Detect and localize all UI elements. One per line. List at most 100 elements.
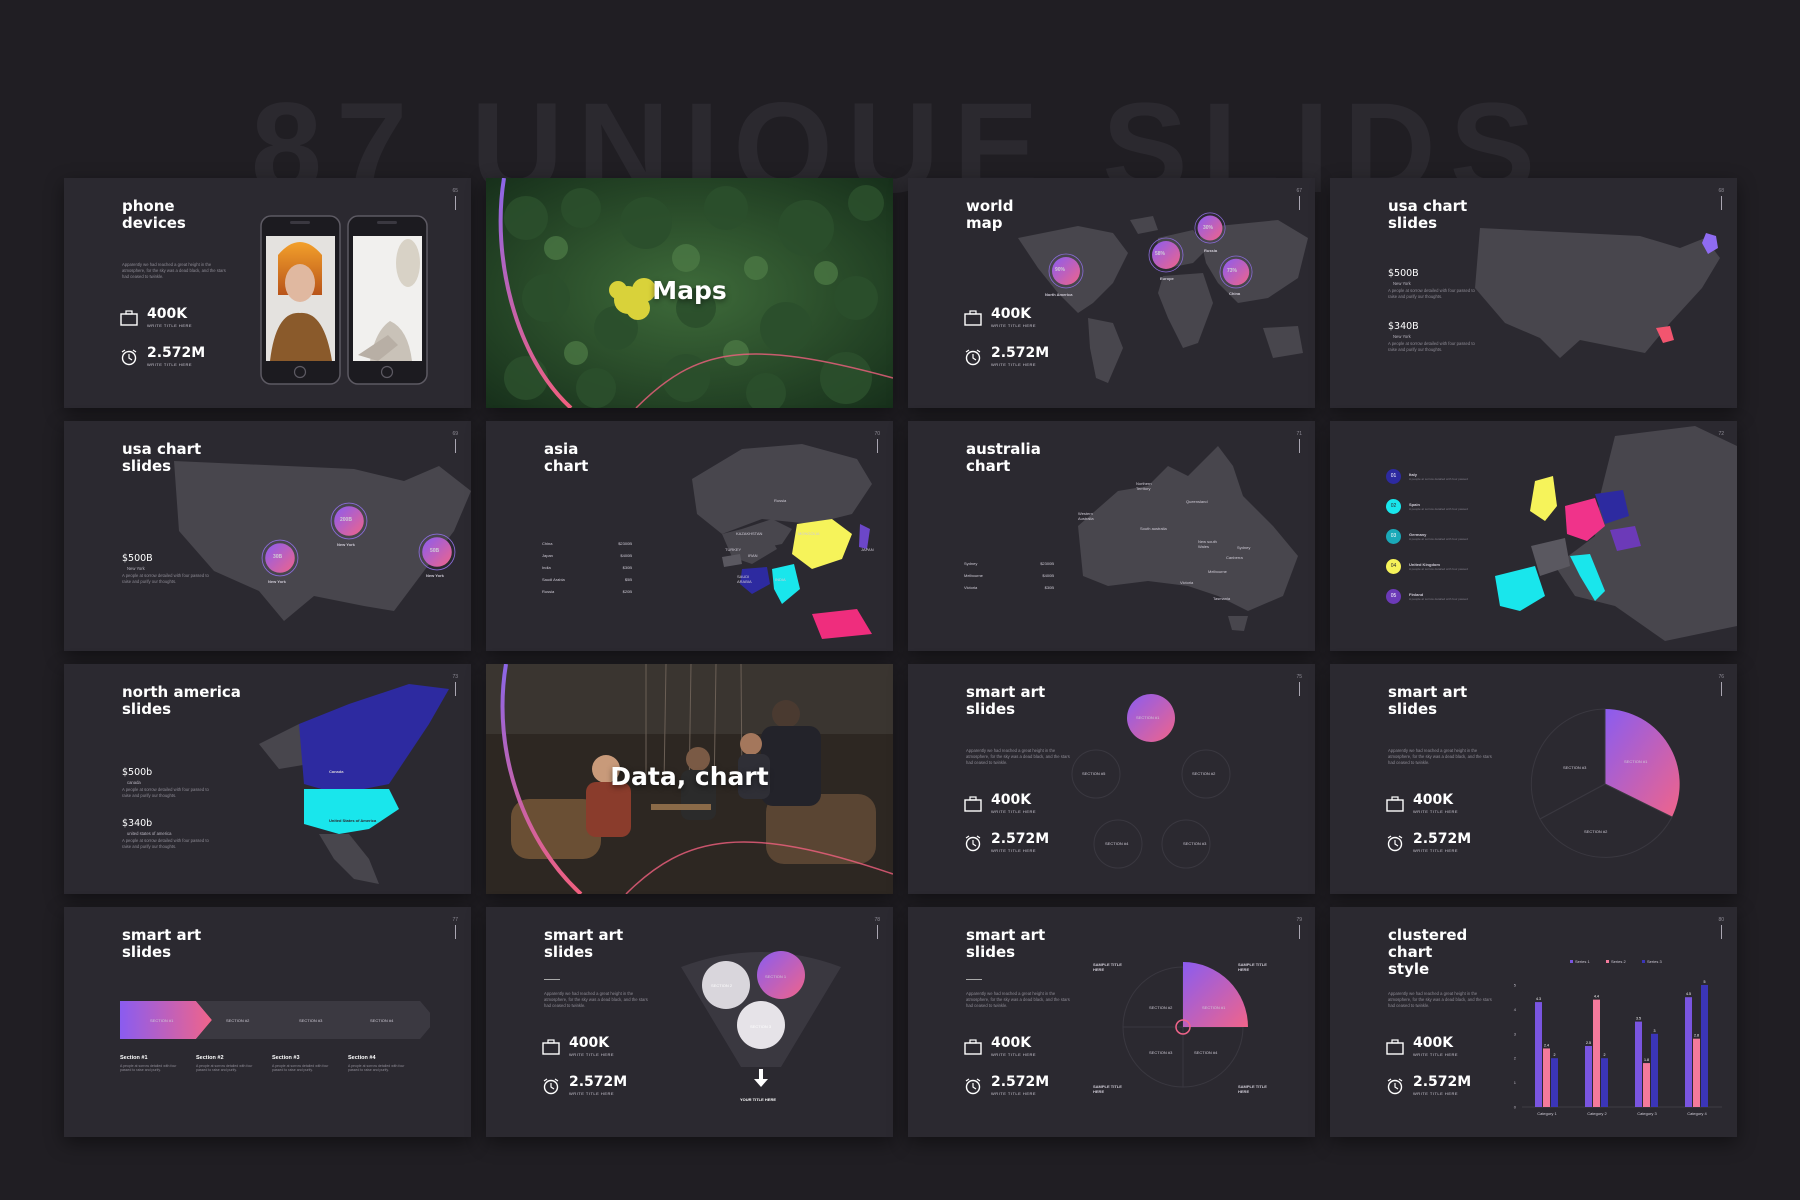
slide-phone-devices[interactable]: phone devices 65 Apparently we had reach… xyxy=(64,178,471,408)
legend-row: Melbourne $400B xyxy=(964,573,1054,578)
briefcase-icon xyxy=(120,309,138,326)
legend-row: Saudi Arabia $5B xyxy=(542,577,632,582)
alarm-clock-icon xyxy=(1387,1078,1403,1094)
country-list: 01 Italy A people at sorrow detailed with … xyxy=(1386,461,1486,611)
slide-title: north america slides xyxy=(122,683,241,718)
region-label: Queensland xyxy=(1186,499,1208,504)
north-america-map xyxy=(259,684,449,884)
page-divider xyxy=(455,925,456,939)
slide-usa-chart-1[interactable]: usa chart slides 68 $500B New York A peo… xyxy=(1330,178,1737,408)
section-label: SECTION #2 xyxy=(1192,771,1216,776)
legend-row: Sydney $2300B xyxy=(964,561,1054,566)
slide-clustered-chart[interactable]: clustered chart style 80 Apparently we h… xyxy=(1330,907,1737,1137)
legend-swatch xyxy=(1606,960,1609,963)
section-label: SECTION #3 xyxy=(1563,765,1587,770)
bubble-value: 30B xyxy=(273,554,283,560)
alarm-clock-icon xyxy=(965,1078,981,1094)
region-label: Western Australia xyxy=(1078,511,1094,521)
number-badge: 01 xyxy=(1386,468,1401,484)
slide-smart-art-funnel[interactable]: smart art slides 78 Apparently we had re… xyxy=(486,907,893,1137)
slide-smart-art-arrows[interactable]: smart art slides 77 SECTION #1 SECTION #… xyxy=(64,907,471,1137)
description: A people at sorrow detailed with four pa… xyxy=(1388,341,1475,352)
slide-smart-art-pie[interactable]: smart art slides 76 Apparently we had re… xyxy=(1330,664,1737,894)
value-2: $340B xyxy=(1388,321,1419,332)
country-uk xyxy=(1530,476,1557,521)
page-number: 73 xyxy=(452,674,458,680)
stat-400k: 400K WRITE TITLE HERE xyxy=(1386,793,1458,814)
slide-title: smart art slides xyxy=(544,926,624,961)
stat-400k: 400K WRITE TITLE HERE xyxy=(542,1036,614,1057)
region-label: Melbourne xyxy=(1208,569,1227,574)
phone-mockups xyxy=(260,215,428,385)
y-tick-label: 1 xyxy=(1514,1080,1517,1085)
page-divider xyxy=(1721,196,1722,210)
value-2: $340b xyxy=(122,818,153,829)
section-label: SECTION #4 xyxy=(1105,841,1129,846)
map-label: JAPAN xyxy=(861,547,874,552)
bar xyxy=(1601,1058,1608,1107)
region-label: Northern Territory xyxy=(1136,481,1152,491)
cycle-diagram xyxy=(1071,694,1231,869)
bar-data-label: 2 xyxy=(1554,1053,1556,1057)
bar-data-label: 2.5 xyxy=(1586,1041,1591,1045)
slide-asia-chart[interactable]: asia chart 70 Russia KAZAKHSTAN MONGOLIA… xyxy=(486,421,893,651)
bar-data-label: 3.5 xyxy=(1636,1017,1641,1021)
slide-maps-photo[interactable]: Maps xyxy=(486,178,893,408)
region-label: Europe xyxy=(1160,276,1174,281)
slide-smart-art-cycle[interactable]: smart art slides 75 Apparently we had re… xyxy=(908,664,1315,894)
stat-caption: WRITE TITLE HERE xyxy=(147,323,193,328)
stat-value: 400K xyxy=(991,1035,1032,1051)
bar xyxy=(1693,1038,1700,1107)
page-number: 70 xyxy=(874,431,880,437)
corner-label: SAMPLE TITLE HERE xyxy=(1093,962,1122,972)
bar-data-label: 4.4 xyxy=(1594,995,1599,999)
page-number: 79 xyxy=(1296,917,1302,923)
legend-row: Japan $400B xyxy=(542,553,632,558)
country-desc: A people at sorrow detailed with four pa… xyxy=(1409,566,1468,571)
map-label: Canada xyxy=(329,769,344,774)
slide-north-america[interactable]: north america slides 73 Canada United St… xyxy=(64,664,471,894)
quadrant-label: SECTION #2 xyxy=(1149,1005,1173,1010)
slide-australia-chart[interactable]: australia chart 71 Northern Territory Qu… xyxy=(908,421,1315,651)
region-label: North America xyxy=(1045,292,1073,297)
slide-data-chart-photo[interactable]: Data, chart xyxy=(486,664,893,894)
bubble-value: 200B xyxy=(340,517,352,523)
corner-label: SAMPLE TITLE HERE xyxy=(1238,1084,1267,1094)
page-divider xyxy=(1721,682,1722,696)
divider xyxy=(966,979,982,980)
country-item: 02 Spain A people at sorrow detailed with … xyxy=(1386,491,1486,521)
country-japan xyxy=(859,524,870,549)
map-label: KAZAKHSTAN xyxy=(736,531,763,536)
bar xyxy=(1685,997,1692,1107)
country-item: 05 Finland A people at sorrow detailed wit… xyxy=(1386,581,1486,611)
arrow-label: SECTION #4 xyxy=(370,1018,394,1023)
bubble-value: 58% xyxy=(1155,251,1166,257)
map-label: Russia xyxy=(774,498,787,503)
country-desc: A people at sorrow detailed with four pa… xyxy=(1409,536,1468,541)
page-number: 69 xyxy=(452,431,458,437)
value-2-label: New York xyxy=(1393,334,1411,339)
country-china xyxy=(792,519,852,569)
slide-world-map[interactable]: world map 67 90% North America 58% Europ… xyxy=(908,178,1315,408)
map-label: TURKEY xyxy=(725,547,742,552)
legend-label: Series 2 xyxy=(1611,959,1626,964)
y-tick-label: 3 xyxy=(1514,1031,1517,1036)
stat-caption: WRITE TITLE HERE xyxy=(1413,848,1459,853)
section-label: SECTION #3 xyxy=(1183,841,1207,846)
quadrant-label: SECTION #4 xyxy=(1194,1050,1218,1055)
stat-caption: WRITE TITLE HERE xyxy=(569,1052,615,1057)
europe-map xyxy=(1495,426,1737,641)
bar xyxy=(1643,1063,1650,1107)
bar-data-label: 4.3 xyxy=(1536,997,1541,1001)
description: A people at sorrow detailed with four pa… xyxy=(122,573,209,584)
pie-slice-section-3 xyxy=(1530,708,1606,820)
slide-usa-chart-2[interactable]: usa chart slides 69 200B New York 30B Ne… xyxy=(64,421,471,651)
region-label: Victoria xyxy=(1180,580,1194,585)
country-desc: A people at sorrow detailed with four pa… xyxy=(1409,476,1468,481)
stat-400k: 400K WRITE TITLE HERE xyxy=(1386,1036,1458,1057)
section-columns: Section #1 A people at sorrow detailed wi… xyxy=(120,1055,408,1072)
slide-europe-map[interactable]: 72 01 Italy A people at sorrow detailed wi… xyxy=(1330,421,1737,651)
slide-smart-art-quadrant[interactable]: smart art slides 79 Apparently we had re… xyxy=(908,907,1315,1137)
x-tick-label: Category 2 xyxy=(1587,1111,1607,1116)
stat-caption: WRITE TITLE HERE xyxy=(147,362,193,367)
